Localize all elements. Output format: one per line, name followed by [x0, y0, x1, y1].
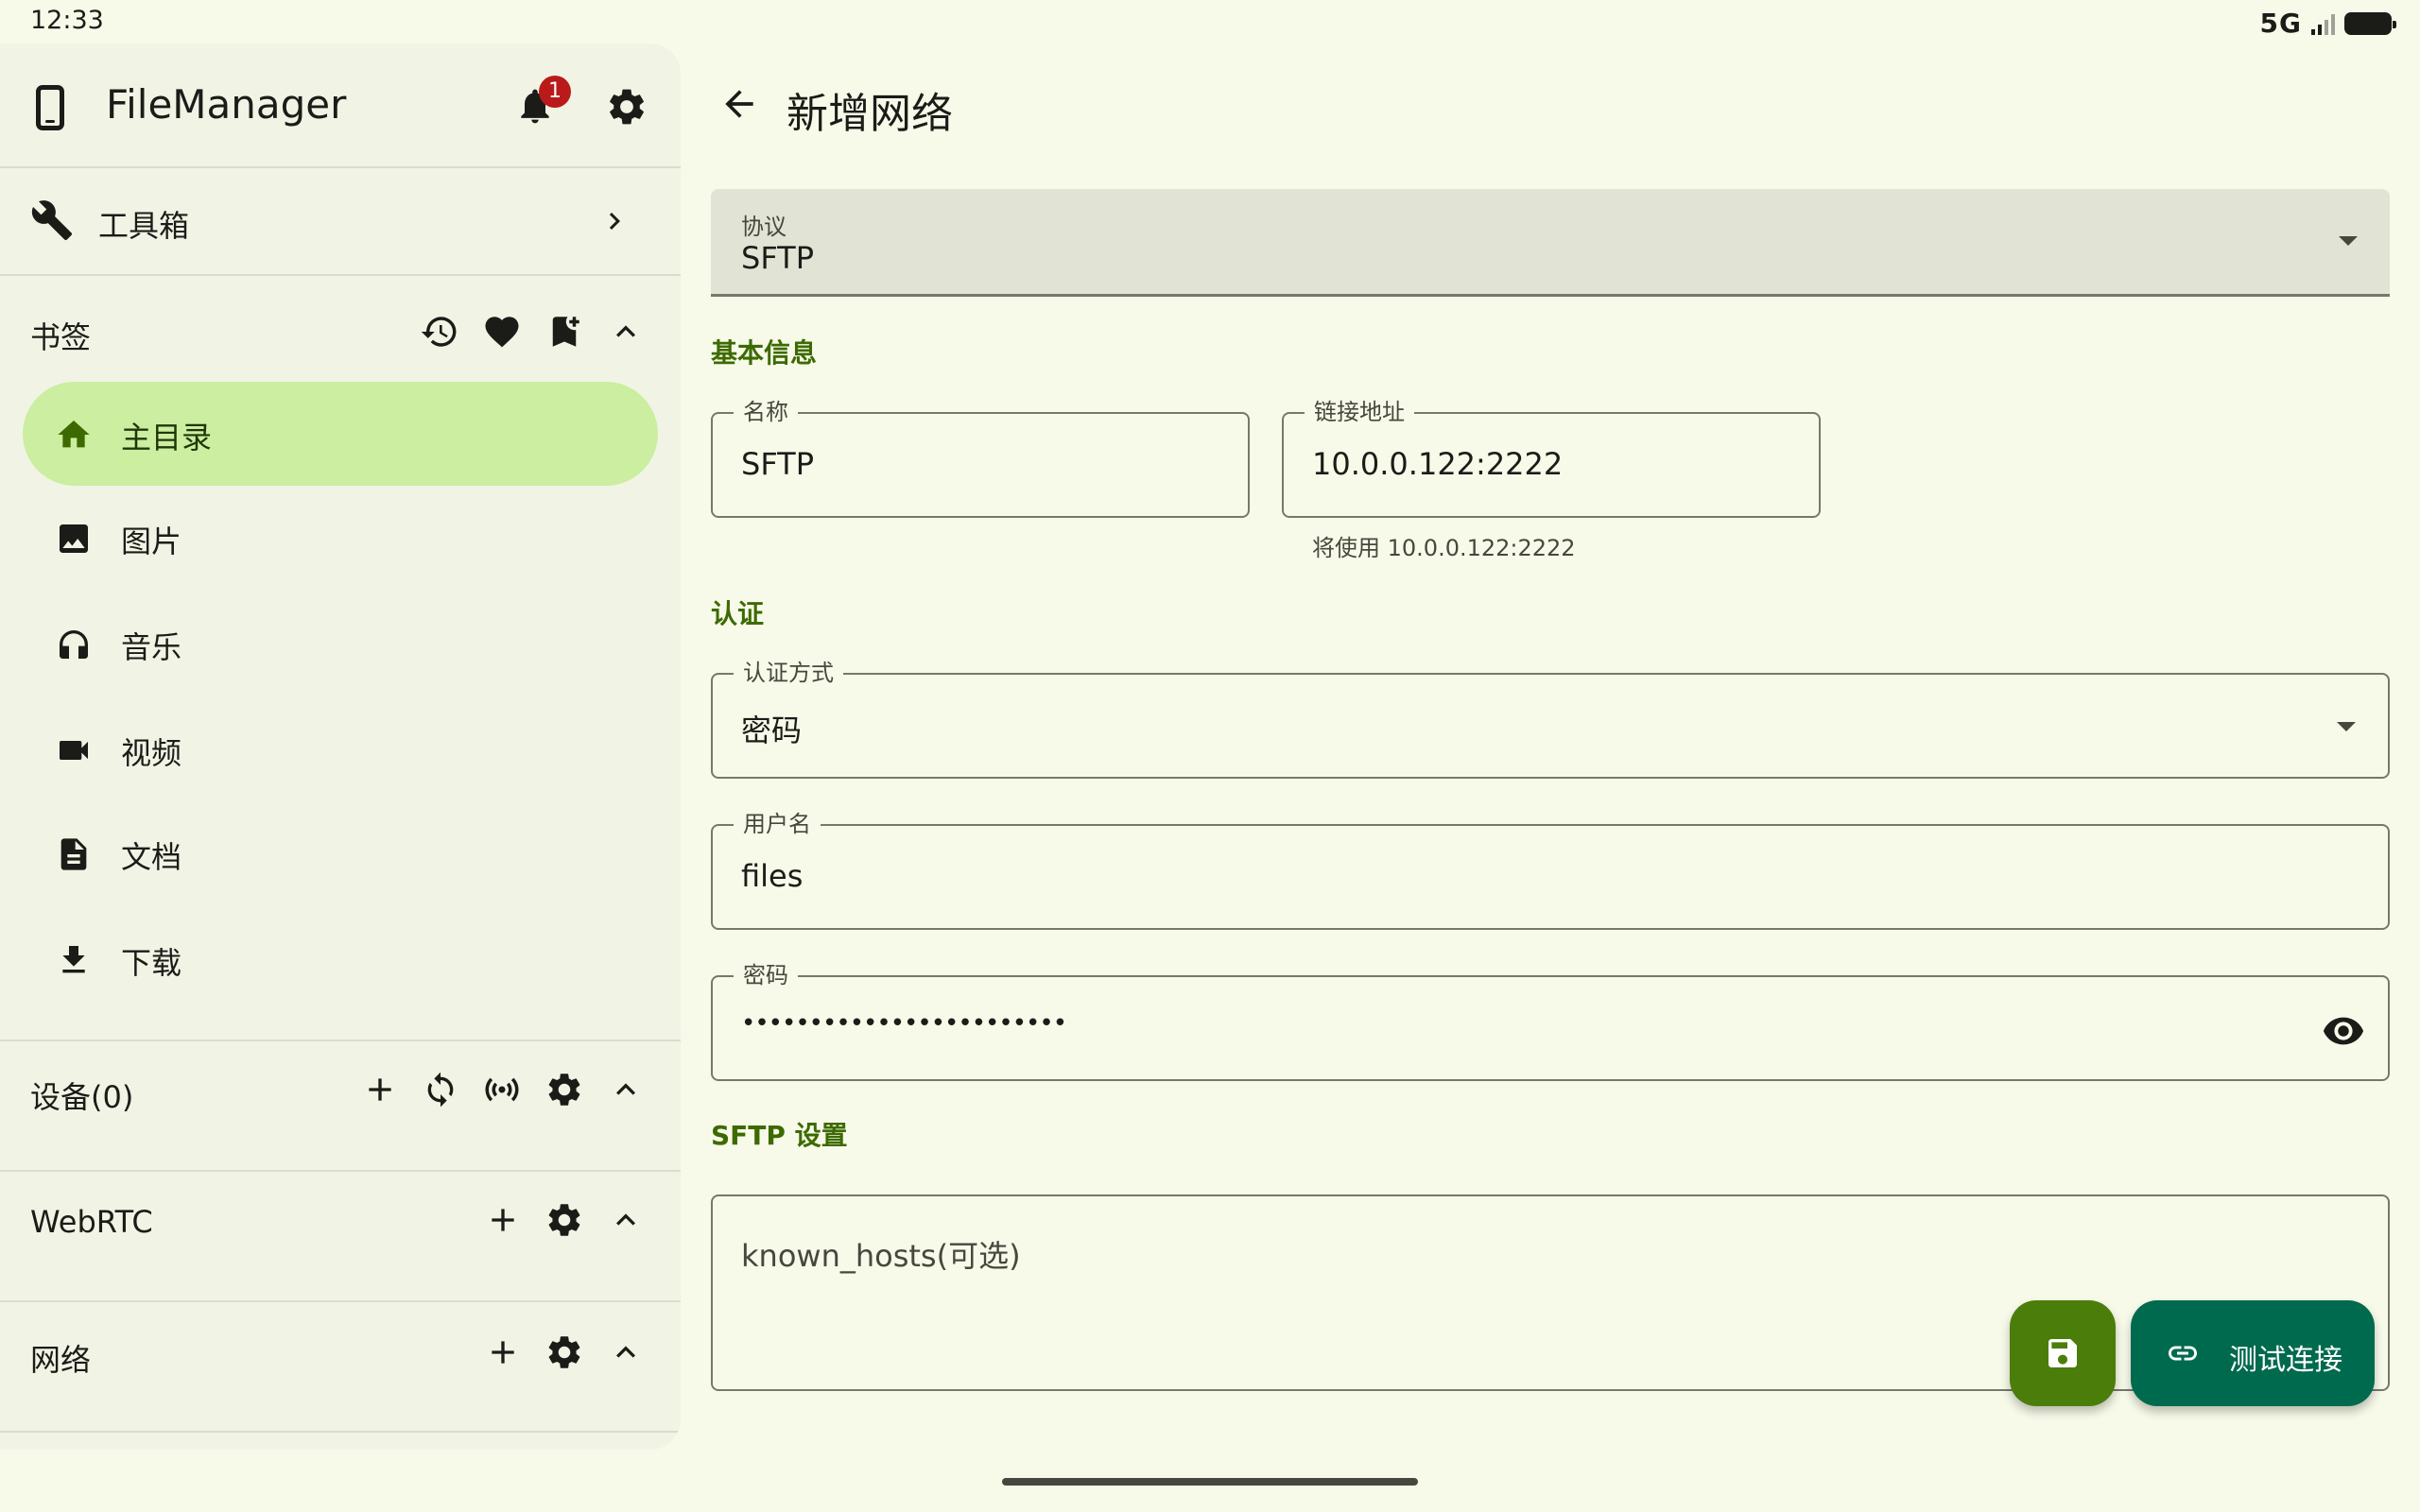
history-icon[interactable]: [420, 312, 459, 352]
status-time: 12:33: [30, 6, 104, 35]
home-icon: [58, 421, 90, 448]
battery-icon: [2344, 11, 2396, 35]
auth-method-dropdown[interactable]: 认证方式 密码: [711, 658, 2390, 779]
add-icon[interactable]: [484, 1333, 522, 1371]
settings-gear-icon[interactable]: [605, 85, 648, 129]
bookmark-item-documents[interactable]: 文档: [23, 801, 658, 905]
known-hosts-placeholder: known_hosts(可选): [741, 1238, 1021, 1274]
name-label: 名称: [734, 397, 798, 427]
network-title: 网络: [30, 1342, 92, 1378]
bookmarks-title: 书签: [30, 319, 92, 355]
username-field[interactable]: 用户名 files: [711, 809, 2390, 930]
document-icon: [60, 838, 87, 870]
headphones-icon: [60, 630, 88, 659]
address-field[interactable]: 链接地址 10.0.0.122:2222: [1282, 397, 1821, 518]
add-icon[interactable]: [484, 1201, 522, 1239]
bookmark-item-music[interactable]: 音乐: [23, 592, 658, 696]
bookmark-item-downloads[interactable]: 下载: [23, 907, 658, 1011]
webrtc-title: WebRTC: [30, 1204, 153, 1240]
auth-title: 认证: [711, 598, 765, 629]
bookmark-add-icon[interactable]: [544, 312, 584, 352]
username-value: files: [741, 858, 804, 894]
add-icon[interactable]: [361, 1071, 399, 1108]
settings-gear-icon[interactable]: [544, 1332, 584, 1372]
bookmark-label: 主目录: [121, 420, 213, 455]
favorite-heart-icon[interactable]: [482, 312, 522, 352]
notification-badge: 1: [539, 76, 571, 108]
settings-gear-icon[interactable]: [544, 1070, 584, 1109]
auth-method-value: 密码: [741, 713, 803, 748]
save-button[interactable]: [2010, 1300, 2116, 1406]
dropdown-arrow-icon: [2337, 722, 2356, 731]
password-field[interactable]: 密码 ••••••••••••••••••••••••: [711, 960, 2390, 1081]
bookmark-label: 音乐: [121, 629, 182, 665]
settings-gear-icon[interactable]: [544, 1200, 584, 1240]
address-label: 链接地址: [1305, 397, 1414, 427]
link-icon: [2169, 1346, 2197, 1361]
divider: [0, 1431, 681, 1433]
drawer-header: FileManager 1: [0, 43, 681, 166]
bookmark-label: 视频: [121, 735, 182, 771]
network-type: 5G: [2259, 8, 2302, 39]
protocol-label: 协议: [741, 214, 786, 240]
sync-icon[interactable]: [422, 1071, 459, 1108]
back-arrow-icon[interactable]: [718, 83, 760, 125]
signal-icon: [2311, 12, 2335, 35]
webrtc-header: WebRTC: [0, 1172, 681, 1266]
bookmark-item-home[interactable]: 主目录: [23, 382, 658, 486]
bookmarks-header: 书签: [0, 287, 681, 382]
protocol-value: SFTP: [741, 240, 814, 276]
protocol-dropdown[interactable]: 协议 SFTP: [711, 189, 2390, 297]
dropdown-arrow-icon: [2339, 236, 2358, 246]
image-icon: [60, 524, 88, 553]
download-icon: [62, 946, 85, 973]
home-indicator[interactable]: [1002, 1478, 1418, 1486]
address-helper-text: 将使用 10.0.0.122:2222: [1312, 535, 1576, 561]
bookmark-item-images[interactable]: 图片: [23, 486, 658, 590]
wrench-icon: [31, 200, 73, 241]
bookmark-label: 图片: [121, 524, 182, 559]
sftp-settings-title: SFTP 设置: [711, 1120, 848, 1151]
phone-icon: [36, 85, 64, 130]
visibility-eye-icon[interactable]: [2322, 1009, 2365, 1053]
page-title: 新增网络: [786, 90, 953, 138]
chevron-up-icon[interactable]: [607, 1071, 645, 1108]
status-bar: 12:33 5G: [0, 0, 2420, 43]
notifications-button[interactable]: 1: [514, 76, 571, 132]
test-connection-button[interactable]: 测试连接: [2131, 1300, 2375, 1406]
status-indicators: 5G: [2259, 8, 2396, 39]
password-value: ••••••••••••••••••••••••: [741, 1009, 1067, 1038]
bookmark-label: 文档: [121, 839, 182, 875]
auth-method-label: 认证方式: [734, 658, 843, 688]
address-value: 10.0.0.122:2222: [1312, 446, 1564, 482]
network-header: 网络: [0, 1302, 681, 1397]
chevron-up-icon[interactable]: [607, 1201, 645, 1239]
basic-info-title: 基本信息: [711, 337, 818, 369]
divider: [0, 274, 681, 276]
videocam-icon: [60, 741, 88, 760]
test-connection-label: 测试连接: [2229, 1344, 2342, 1377]
password-label: 密码: [734, 960, 798, 990]
name-value: SFTP: [741, 446, 814, 482]
navigation-drawer: FileManager 1 工具箱 书签 主目录 图片 音乐 视频 文档 下载 …: [0, 43, 681, 1450]
devices-title: 设备(0): [30, 1079, 134, 1115]
toolbox-label: 工具箱: [98, 208, 190, 244]
bookmark-item-videos[interactable]: 视频: [23, 697, 658, 801]
main-content: 新增网络 协议 SFTP 基本信息 名称 SFTP 链接地址 10.0.0.12…: [681, 43, 2420, 1512]
bookmark-label: 下载: [121, 945, 182, 981]
username-label: 用户名: [734, 809, 821, 839]
name-field[interactable]: 名称 SFTP: [711, 397, 1250, 518]
chevron-up-icon[interactable]: [607, 1333, 645, 1371]
app-title: FileManager: [106, 81, 347, 128]
chevron-right-icon: [609, 213, 620, 230]
toolbox-row[interactable]: 工具箱: [0, 168, 681, 274]
save-icon: [2048, 1339, 2077, 1367]
devices-header: 设备(0): [0, 1041, 681, 1136]
broadcast-icon[interactable]: [482, 1070, 522, 1109]
chevron-up-icon[interactable]: [607, 313, 645, 351]
